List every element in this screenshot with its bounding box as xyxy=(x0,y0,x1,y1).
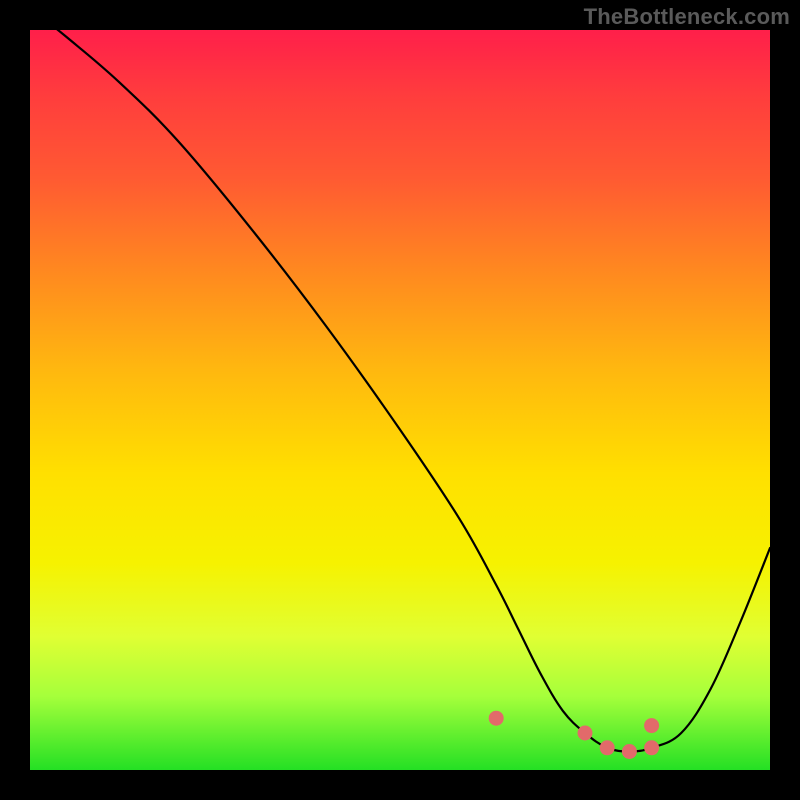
trough-marker xyxy=(622,744,637,759)
trough-markers xyxy=(489,711,659,759)
bottleneck-curve xyxy=(30,30,770,752)
trough-marker xyxy=(489,711,504,726)
trough-marker xyxy=(644,718,659,733)
watermark-text: TheBottleneck.com xyxy=(584,4,790,30)
trough-marker xyxy=(600,740,615,755)
trough-marker xyxy=(644,740,659,755)
plot-area xyxy=(30,30,770,770)
curve-svg xyxy=(30,30,770,770)
trough-marker xyxy=(578,726,593,741)
chart-frame: TheBottleneck.com xyxy=(0,0,800,800)
